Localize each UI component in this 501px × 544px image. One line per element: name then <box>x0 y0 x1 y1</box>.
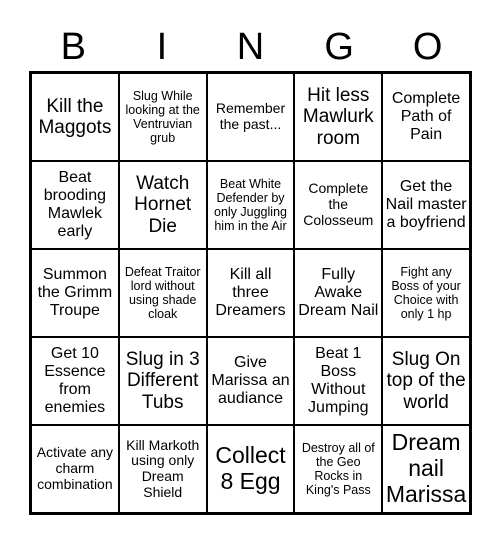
bingo-cell[interactable]: Activate any charm combination <box>31 425 119 513</box>
bingo-cell[interactable]: Beat brooding Mawlek early <box>31 161 119 249</box>
bingo-cell[interactable]: Watch Hornet Die <box>118 161 207 249</box>
bingo-cell[interactable]: Kill the Maggots <box>31 73 119 161</box>
bingo-cell[interactable]: Kill all three Dreamers <box>206 249 295 337</box>
bingo-cell[interactable]: Fight any Boss of your Choice with only … <box>382 249 470 337</box>
bingo-cell[interactable]: Remember the past... <box>206 73 295 161</box>
bingo-cell[interactable]: Summon the Grimm Troupe <box>31 249 119 337</box>
bingo-cell[interactable]: Give Marissa an audiance <box>206 337 295 425</box>
header-letter-g: G <box>324 26 354 68</box>
header-letter-i: I <box>156 26 168 68</box>
bingo-cell[interactable]: Get the Nail master a boyfriend <box>382 161 470 249</box>
bingo-cell[interactable]: Kill Markoth using only Dream Shield <box>118 425 207 513</box>
bingo-cell[interactable]: Hit less Mawlurk room <box>294 73 383 161</box>
bingo-cell[interactable]: Collect 8 Egg <box>206 425 295 513</box>
bingo-header: B I N G O <box>29 22 472 72</box>
bingo-cell[interactable]: Defeat Traitor lord without using shade … <box>118 249 207 337</box>
bingo-cell[interactable]: Destroy all of the Geo Rocks in King's P… <box>294 425 383 513</box>
bingo-cell[interactable]: Get 10 Essence from enemies <box>31 337 119 425</box>
bingo-cell[interactable]: Beat White Defender by only Juggling him… <box>206 161 295 249</box>
bingo-cell[interactable]: Complete Path of Pain <box>382 73 470 161</box>
bingo-cell[interactable]: Complete the Colosseum <box>294 161 383 249</box>
header-letter-b: B <box>60 26 86 68</box>
bingo-card-grid: Kill the Maggots Slug While looking at th… <box>29 71 472 515</box>
header-letter-n: N <box>236 26 265 68</box>
bingo-cell[interactable]: Beat 1 Boss Without Jumping <box>294 337 383 425</box>
bingo-cell[interactable]: Slug While looking at the Ventruvian gru… <box>118 73 207 161</box>
bingo-cell[interactable]: Fully Awake Dream Nail <box>294 249 383 337</box>
bingo-cell[interactable]: Slug On top of the world <box>382 337 470 425</box>
bingo-cell[interactable]: Dream nail Marissa <box>382 425 470 513</box>
bingo-cell[interactable]: Slug in 3 Different Tubs <box>118 337 207 425</box>
header-letter-o: O <box>412 26 443 68</box>
